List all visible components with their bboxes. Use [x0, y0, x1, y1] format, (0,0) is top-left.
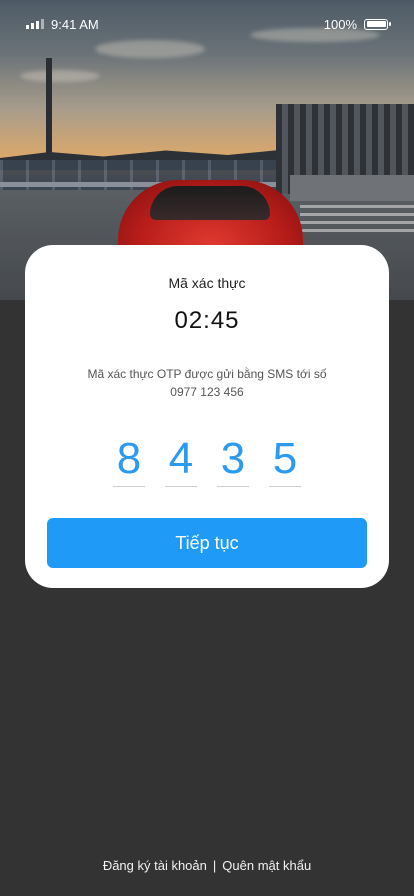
- otp-digit-input[interactable]: 3: [217, 435, 249, 487]
- forgot-password-link[interactable]: Quên mật khẩu: [222, 858, 311, 873]
- footer-links: Đăng ký tài khoản | Quên mật khẩu: [0, 858, 414, 873]
- status-time: 9:41 AM: [51, 16, 99, 32]
- status-bar: 9:41 AM 100%: [0, 0, 414, 48]
- link-separator: |: [212, 858, 217, 873]
- otp-digit-input[interactable]: 8: [113, 435, 145, 487]
- register-link[interactable]: Đăng ký tài khoản: [103, 858, 207, 873]
- otp-digit-input[interactable]: 5: [269, 435, 301, 487]
- battery-full-icon: [364, 18, 391, 30]
- continue-button[interactable]: Tiếp tục: [47, 518, 367, 568]
- otp-description-text: Mã xác thực OTP được gửi bằng SMS tới số: [87, 367, 327, 381]
- phone-number: 0977 123 456: [170, 385, 244, 399]
- countdown-timer: 02:45: [174, 307, 240, 334]
- signal-bars-icon: [26, 19, 44, 29]
- otp-input-row: 8 4 3 5: [113, 435, 301, 487]
- otp-digit-input[interactable]: 4: [165, 435, 197, 487]
- otp-card: Mã xác thực 02:45 Mã xác thực OTP được g…: [25, 245, 389, 588]
- card-title: Mã xác thực: [168, 275, 246, 291]
- battery-percent: 100%: [323, 16, 357, 32]
- otp-description: Mã xác thực OTP được gửi bằng SMS tới số…: [87, 365, 326, 401]
